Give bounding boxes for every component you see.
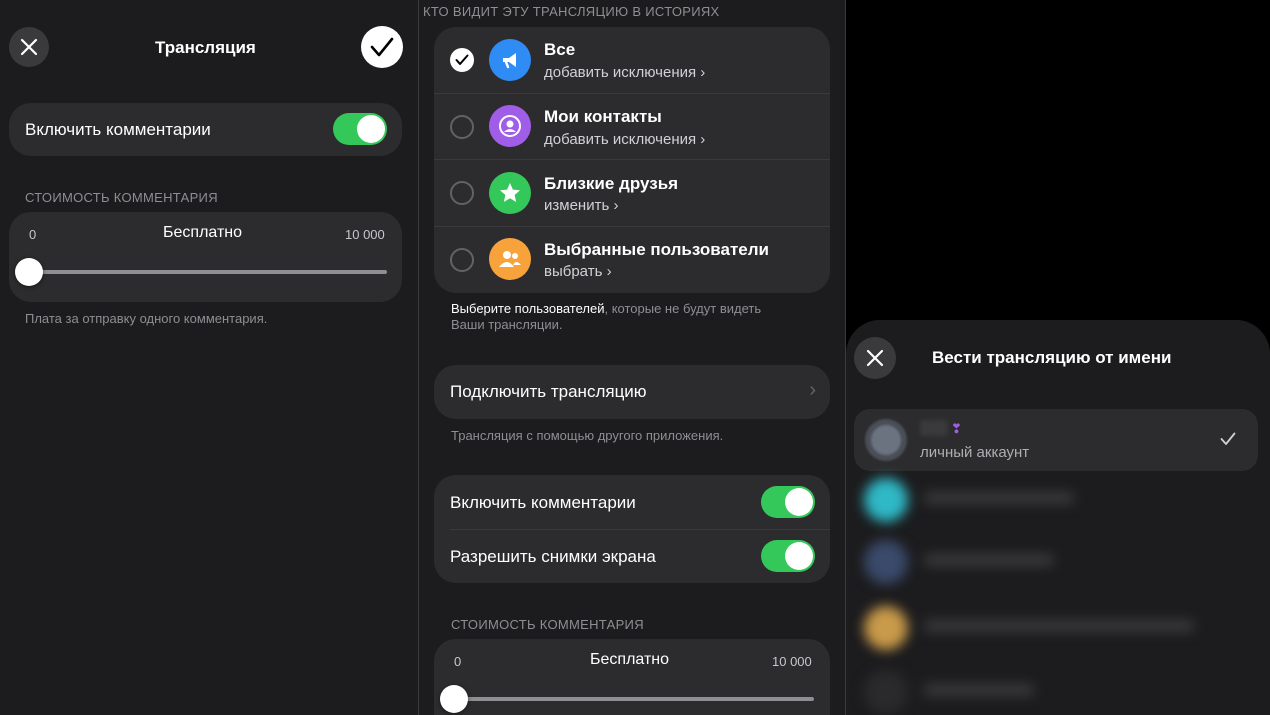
chevron-right-icon: ›: [613, 197, 619, 214]
comments-toggle-row: Включить комментарии: [9, 103, 402, 156]
connect-stream-row[interactable]: Подключить трансляцию ›: [434, 365, 830, 419]
slider-min-label: 0: [29, 227, 37, 242]
price-section-label: СТОИМОСТЬ КОММЕНТАРИЯ: [451, 617, 644, 632]
price-slider-thumb[interactable]: [440, 685, 468, 713]
person-icon: [489, 105, 531, 147]
divider: [434, 159, 830, 160]
heart-icon: ❣: [951, 421, 962, 436]
stream-settings-panel: Трансляция Включить комментарии СТОИМОСТ…: [0, 0, 418, 715]
option-subtitle[interactable]: выбрать ›: [544, 263, 612, 280]
screenshots-toggle[interactable]: [761, 540, 815, 572]
close-button[interactable]: [854, 337, 896, 379]
close-icon: [20, 38, 38, 56]
audience-hint: Выберите пользователей, которые не будут…: [451, 301, 762, 332]
stream-as-panel: Вести трансляцию от имени ❣ личный аккау…: [846, 0, 1270, 715]
audience-section-label: КТО ВИДИТ ЭТУ ТРАНСЛЯЦИЮ В ИСТОРИЯХ: [423, 4, 720, 19]
group-icon: [489, 238, 531, 280]
stream-privacy-panel: КТО ВИДИТ ЭТУ ТРАНСЛЯЦИЮ В ИСТОРИЯХ Все …: [419, 0, 845, 715]
slider-max-label: 10 000: [345, 227, 385, 242]
comments-toggle-label: Включить комментарии: [25, 120, 211, 139]
chevron-right-icon: ›: [700, 131, 706, 148]
megaphone-icon: [489, 39, 531, 81]
price-slider-track[interactable]: [17, 270, 387, 274]
radio-selected[interactable]: [450, 48, 474, 72]
option-title: Все: [544, 40, 576, 59]
option-title: Мои контакты: [544, 107, 662, 126]
comments-toggle[interactable]: [333, 113, 387, 145]
slider-value-label: Бесплатно: [163, 224, 243, 241]
audience-options-card: Все добавить исключения › Мои контакты д…: [434, 27, 830, 293]
slider-min-label: 0: [454, 654, 462, 669]
checkmark-icon: [370, 37, 394, 57]
radio-unselected[interactable]: [450, 115, 474, 139]
chevron-right-icon: ›: [700, 64, 706, 81]
price-slider-thumb[interactable]: [15, 258, 43, 286]
divider: [434, 226, 830, 227]
option-subtitle[interactable]: изменить ›: [544, 197, 618, 214]
screenshots-toggle-label: Разрешить снимки экрана: [450, 547, 656, 566]
slider-value-label: Бесплатно: [590, 651, 670, 668]
comments-toggle-label: Включить комментарии: [450, 493, 636, 512]
connect-stream-label: Подключить трансляцию: [450, 382, 647, 401]
price-hint: Плата за отправку одного комментария.: [25, 311, 268, 326]
checkmark-icon: [1220, 432, 1236, 445]
chevron-right-icon: ›: [606, 263, 612, 280]
sheet-title: Вести трансляцию от имени: [932, 348, 1172, 367]
account-subtitle: личный аккаунт: [920, 444, 1030, 461]
confirm-button[interactable]: [361, 26, 403, 68]
account-name-redacted: [920, 420, 948, 436]
option-subtitle[interactable]: добавить исключения ›: [544, 64, 705, 81]
price-slider-card: 0 Бесплатно 10 000: [9, 212, 402, 302]
close-button[interactable]: [9, 27, 49, 67]
price-slider-card: 0 Бесплатно 10 000: [434, 639, 830, 715]
radio-unselected[interactable]: [450, 181, 474, 205]
toggles-card: Включить комментарии Разрешить снимки эк…: [434, 475, 830, 583]
close-icon: [866, 349, 884, 367]
stream-as-sheet: Вести трансляцию от имени ❣ личный аккау…: [846, 320, 1270, 715]
price-slider-track[interactable]: [442, 697, 814, 701]
slider-max-label: 10 000: [772, 654, 812, 669]
divider: [434, 93, 830, 94]
account-row-selected[interactable]: ❣ личный аккаунт: [854, 409, 1258, 471]
star-icon: [489, 172, 531, 214]
comments-toggle[interactable]: [761, 486, 815, 518]
connect-hint: Трансляция с помощью другого приложения.: [451, 428, 724, 443]
option-title: Выбранные пользователи: [544, 240, 769, 259]
divider: [450, 529, 830, 530]
price-section-label: СТОИМОСТЬ КОММЕНТАРИЯ: [25, 190, 218, 205]
checkmark-icon: [455, 54, 469, 65]
option-subtitle[interactable]: добавить исключения ›: [544, 131, 705, 148]
page-title: Трансляция: [155, 38, 256, 57]
chevron-right-icon: ›: [809, 379, 816, 401]
option-title: Близкие друзья: [544, 174, 679, 193]
radio-unselected[interactable]: [450, 248, 474, 272]
avatar: [865, 419, 907, 461]
